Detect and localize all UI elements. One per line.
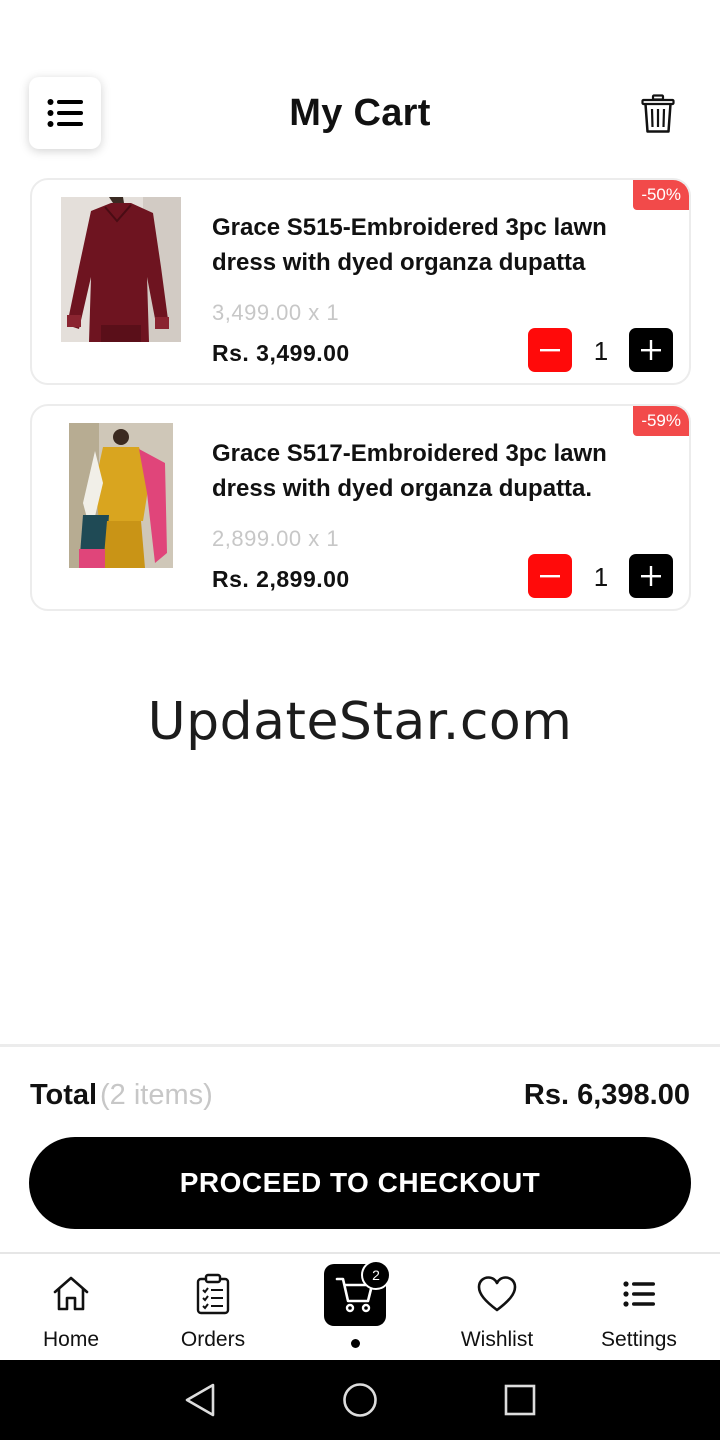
back-triangle-icon: [185, 1383, 215, 1417]
system-recents-button[interactable]: [500, 1380, 540, 1420]
bottom-navigation: Home Orders 2 Wishlist Settings: [0, 1252, 720, 1360]
page-title: My Cart: [289, 92, 431, 134]
decrease-quantity-button[interactable]: [528, 328, 572, 372]
system-home-button[interactable]: [340, 1380, 380, 1420]
nav-item-settings[interactable]: Settings: [568, 1254, 710, 1360]
nav-item-home[interactable]: Home: [0, 1254, 142, 1360]
clear-cart-button[interactable]: [636, 90, 680, 138]
proceed-to-checkout-button[interactable]: PROCEED TO CHECKOUT: [29, 1137, 691, 1229]
watermark-text: UpdateStar.com: [147, 692, 573, 752]
clipboard-icon: [196, 1273, 230, 1315]
list-icon: [623, 1281, 655, 1307]
system-back-button[interactable]: [180, 1380, 220, 1420]
product-image[interactable]: [61, 197, 181, 342]
minus-icon: [540, 575, 560, 578]
plus-icon: [641, 566, 661, 586]
plus-icon: [641, 340, 661, 360]
nav-label-wishlist: Wishlist: [460, 1328, 534, 1351]
product-name[interactable]: Grace S517-Embroidered 3pc lawn dress wi…: [212, 436, 652, 506]
nav-item-wishlist[interactable]: Wishlist: [426, 1254, 568, 1360]
trash-icon: [641, 94, 675, 133]
total-label: Total: [30, 1079, 98, 1111]
decrease-quantity-button[interactable]: [528, 554, 572, 598]
line-price: Rs. 2,899.00: [212, 566, 350, 592]
home-icon: [53, 1276, 89, 1311]
app-header: My Cart: [0, 0, 720, 170]
system-navigation-bar: [0, 1360, 720, 1440]
increase-quantity-button[interactable]: [629, 328, 673, 372]
minus-icon: [540, 349, 560, 352]
line-price: Rs. 3,499.00: [212, 340, 350, 366]
nav-label-settings: Settings: [601, 1328, 677, 1351]
cart-summary: Total (2 items) Rs. 6,398.00 PROCEED TO …: [0, 1044, 720, 1252]
nav-label-home: Home: [42, 1328, 100, 1351]
increase-quantity-button[interactable]: [629, 554, 673, 598]
quantity-value: 1: [593, 336, 609, 366]
cart-count-badge: 2: [361, 1260, 391, 1290]
unit-price: 2,899.00 x 1: [212, 526, 340, 551]
nav-item-orders[interactable]: Orders: [142, 1254, 284, 1360]
nav-label-orders: Orders: [180, 1328, 246, 1351]
active-indicator-dot: [351, 1339, 360, 1348]
discount-badge: -50%: [633, 180, 689, 210]
total-amount: Rs. 6,398.00: [523, 1079, 690, 1111]
product-name[interactable]: Grace S515-Embroidered 3pc lawn dress wi…: [212, 210, 652, 280]
cart-item[interactable]: -50% Grace S515-Embroidered 3pc lawn dre…: [30, 178, 691, 385]
item-count: (2 items): [100, 1079, 213, 1111]
quantity-value: 1: [593, 562, 609, 592]
discount-badge: -59%: [633, 406, 689, 436]
cart-item[interactable]: -59% Grace S517-Embroidered 3pc lawn dre…: [30, 404, 691, 611]
product-image[interactable]: [69, 423, 173, 568]
home-circle-icon: [343, 1383, 377, 1417]
heart-icon: [477, 1276, 517, 1312]
unit-price: 3,499.00 x 1: [212, 300, 340, 325]
recents-square-icon: [504, 1384, 536, 1416]
